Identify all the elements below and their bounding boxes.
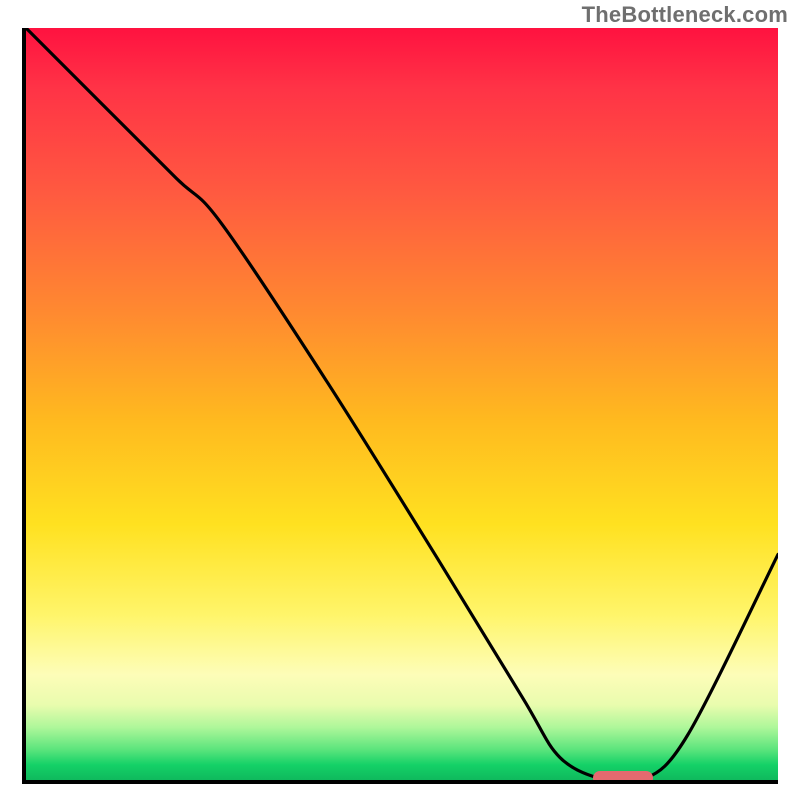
watermark-label: TheBottleneck.com (582, 2, 788, 28)
optimal-marker (593, 771, 653, 784)
plot-area (22, 28, 778, 784)
curve-svg (26, 28, 778, 780)
bottleneck-curve (26, 28, 778, 780)
